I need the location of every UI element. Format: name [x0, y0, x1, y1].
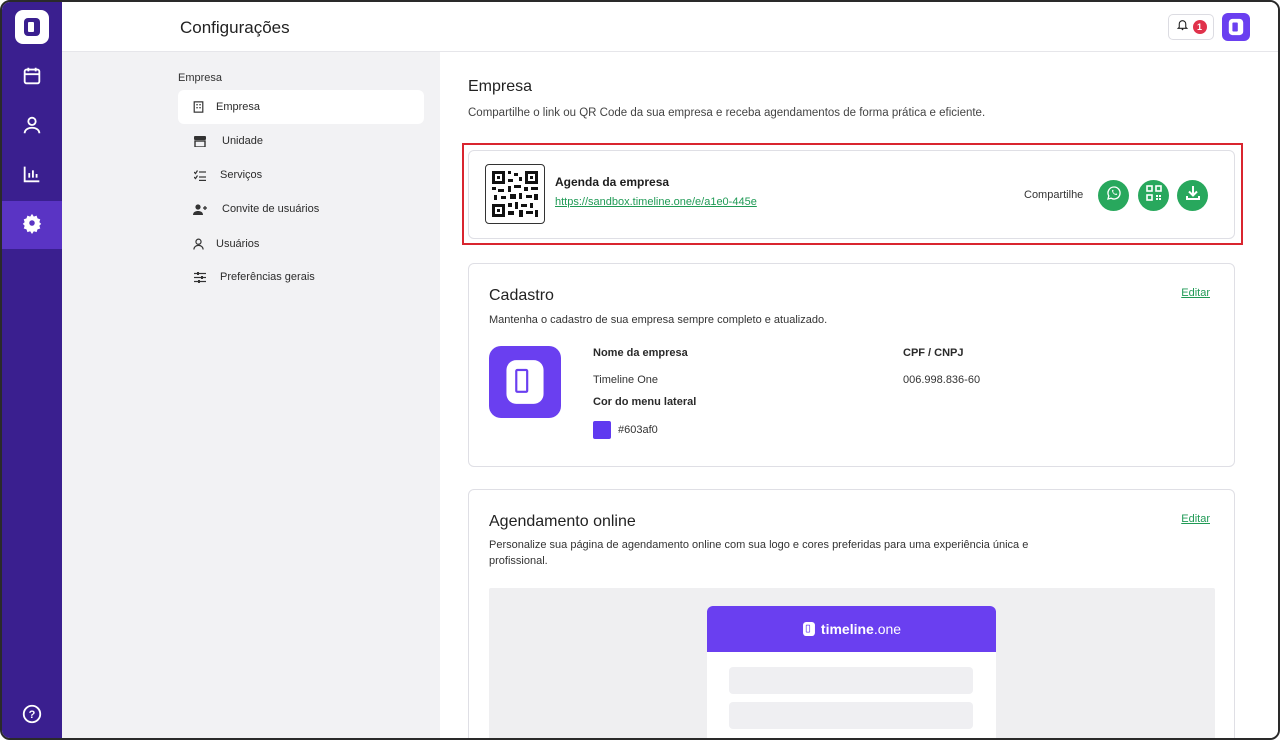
settings-nav-label: Unidade [222, 135, 263, 147]
account-avatar[interactable] [1222, 13, 1250, 41]
company-name-label: Nome da empresa [593, 347, 688, 359]
rail-reports[interactable] [2, 152, 62, 200]
highlight-box [462, 143, 1243, 245]
menu-color-swatch [593, 421, 611, 439]
online-booking-edit-link[interactable]: Editar [1181, 513, 1210, 525]
preview-brand-name: timeline [820, 621, 874, 637]
app-logo[interactable] [15, 10, 49, 44]
app-window: ? Configurações 1 Empresa Empresa Unidad… [0, 0, 1280, 740]
rail-calendar[interactable] [2, 54, 62, 102]
list-check-icon [192, 167, 208, 183]
menu-color-value: #603af0 [618, 424, 658, 436]
company-name-value: Timeline One [593, 374, 659, 386]
settings-nav-empresa[interactable]: Empresa [178, 90, 424, 124]
settings-nav-preferencias[interactable]: Preferências gerais [178, 260, 424, 294]
settings-nav-convite[interactable]: Convite de usuários [178, 192, 424, 226]
user-plus-icon [192, 201, 208, 217]
settings-nav-heading: Empresa [178, 72, 223, 84]
user-icon [21, 114, 43, 141]
settings-nav-servicos[interactable]: Serviços [178, 158, 424, 192]
booking-page-preview: timeline .one [489, 588, 1215, 738]
preview-brand-suffix: .one [873, 621, 902, 637]
cpf-cnpj-value: 006.998.836-60 [903, 374, 981, 386]
cpf-cnpj-label: CPF / CNPJ [903, 347, 964, 359]
notification-badge: 1 [1192, 20, 1207, 34]
settings-nav-unidade[interactable]: Unidade [178, 124, 424, 158]
page-title: Configurações [180, 18, 290, 37]
preview-header: timeline .one [707, 606, 996, 652]
settings-nav-label: Usuários [216, 238, 260, 250]
preview-placeholder-bar [729, 702, 973, 729]
online-booking-card: Agendamento online Editar Personalize su… [468, 489, 1235, 738]
settings-nav: Empresa Empresa Unidade Serviços Convite… [62, 52, 440, 738]
rail-help[interactable]: ? [2, 692, 62, 738]
settings-nav-label: Preferências gerais [220, 271, 315, 283]
rail-settings[interactable] [2, 201, 62, 249]
section-description: Compartilhe o link ou QR Code da sua emp… [468, 107, 986, 119]
user-icon [190, 236, 206, 252]
cadastro-description: Mantenha o cadastro de sua empresa sempr… [489, 314, 828, 326]
gear-icon [21, 212, 43, 239]
calendar-icon [21, 65, 43, 92]
help-icon: ? [21, 703, 43, 730]
settings-nav-usuarios[interactable]: Usuários [178, 227, 424, 261]
svg-text:?: ? [29, 709, 36, 721]
settings-nav-label: Serviços [220, 169, 263, 181]
preview-logo-icon [802, 621, 816, 637]
online-booking-description: Personalize sua página de agendamento on… [489, 539, 1029, 567]
top-bar: Configurações 1 [62, 2, 1278, 52]
settings-nav-label: Empresa [216, 101, 261, 113]
menu-color-label: Cor do menu lateral [593, 396, 697, 408]
company-logo [489, 346, 561, 418]
cadastro-card: Cadastro Editar Mantenha o cadastro de s… [468, 263, 1235, 467]
sliders-icon [192, 269, 208, 285]
preview-mockup: timeline .one [707, 606, 996, 738]
chart-icon [21, 163, 43, 190]
store-icon [192, 133, 208, 149]
online-booking-title: Agendamento online [489, 513, 636, 530]
building-icon [190, 99, 206, 115]
section-title: Empresa [468, 78, 533, 95]
cadastro-title: Cadastro [489, 287, 554, 304]
preview-placeholder-bar [729, 667, 973, 694]
rail-users[interactable] [2, 103, 62, 151]
cadastro-edit-link[interactable]: Editar [1181, 287, 1210, 299]
notifications-button-box[interactable]: 1 [1168, 14, 1214, 40]
settings-nav-label: Convite de usuários [222, 203, 320, 215]
sidebar-rail: ? [2, 2, 62, 738]
main-content: Empresa Compartilhe o link ou QR Code da… [440, 52, 1278, 738]
bell-icon [1176, 18, 1189, 36]
